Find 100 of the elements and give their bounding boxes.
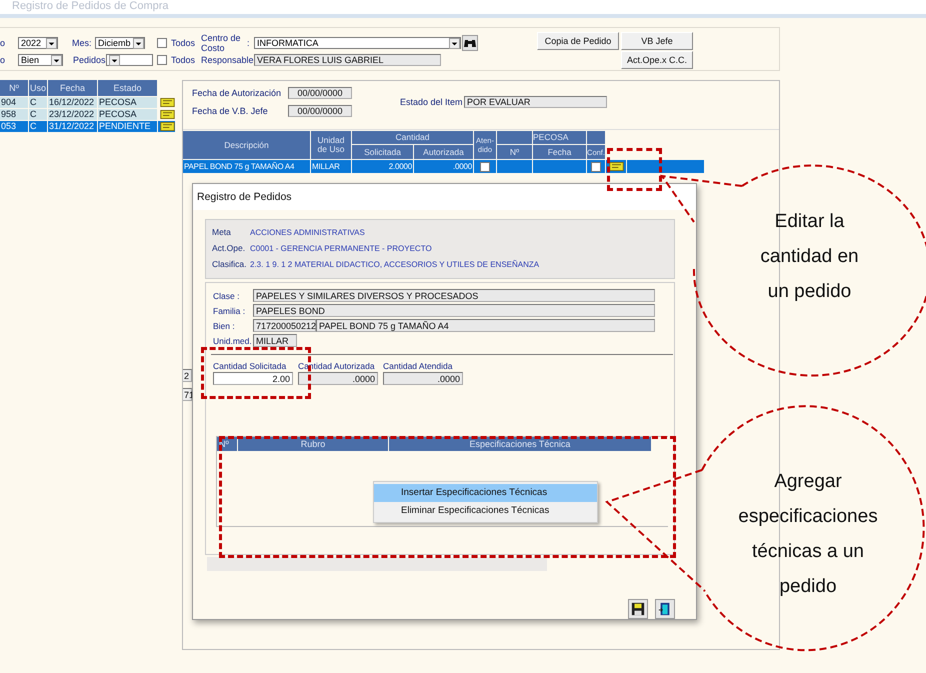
colon-label: :	[247, 38, 251, 48]
checkbox-label: Todos	[171, 55, 196, 65]
checkbox[interactable]	[591, 162, 601, 172]
column-header: Cantidad	[352, 131, 473, 144]
field-label: Cantidad Solicitada	[213, 361, 288, 372]
column-header: Rubro	[238, 437, 388, 451]
column-header: Especificaciones Técnica	[389, 437, 651, 451]
column-header	[587, 131, 605, 144]
checkbox[interactable]	[157, 38, 167, 48]
binoculars-icon[interactable]	[462, 35, 478, 51]
table-cell[interactable]: C	[29, 121, 47, 132]
table-cell[interactable]: 053	[0, 121, 28, 132]
table-cell[interactable]: 2.0000	[352, 160, 413, 173]
column-header: Nº	[0, 80, 28, 96]
field-label: Cantidad Atendida	[383, 361, 454, 372]
field-label: Clasifica.	[212, 259, 248, 269]
ticket-icon[interactable]	[608, 162, 624, 171]
quantity-field: .0000	[383, 372, 463, 385]
responsible-field: VERA FLORES LUIS GABRIEL	[254, 54, 441, 66]
table-cell[interactable]: MILLAR	[311, 160, 351, 173]
ticket-icon[interactable]	[160, 122, 174, 131]
table-cell[interactable]: 904	[0, 97, 28, 108]
checkbox[interactable]	[480, 162, 490, 172]
status-field: POR EVALUAR	[464, 96, 607, 108]
ticket-icon[interactable]	[160, 98, 174, 107]
column-header: Uso	[29, 80, 47, 96]
column-header: Autorizada	[414, 145, 473, 159]
menu-item[interactable]: Eliminar Especificaciones Técnicas	[374, 502, 597, 520]
caret-icon	[133, 38, 144, 48]
table-cell[interactable]: 958	[0, 109, 28, 120]
exit-door-icon[interactable]	[655, 599, 675, 619]
table-cell[interactable]: PENDIENTE	[98, 121, 157, 132]
table-cell[interactable]: 31/12/2022	[48, 121, 97, 132]
partial-field: 2	[182, 369, 192, 382]
ticket-icon[interactable]	[160, 110, 174, 119]
action-button[interactable]: Act.Ope.x C.C.	[621, 51, 693, 69]
callout-text: Editar la cantidad en un pedido	[759, 210, 860, 304]
field-label: Meta	[212, 227, 232, 237]
quantity-field[interactable]: 2.00	[213, 372, 293, 385]
field-label: Unid.med.	[213, 336, 253, 346]
month-label: Mes:	[72, 38, 93, 48]
column-header	[497, 131, 532, 144]
unit-field: MILLAR	[253, 334, 297, 347]
caret-icon	[46, 38, 57, 48]
date-field: 00/00/0000	[288, 105, 352, 117]
orders-label: Pedidos	[73, 55, 106, 65]
table-cell[interactable]: 16/12/2022	[48, 97, 97, 108]
field-value: ACCIONES ADMINISTRATIVAS	[250, 228, 366, 236]
dialog-title: Registro de Pedidos	[193, 184, 696, 210]
action-button[interactable]: Copia de Pedido	[537, 32, 619, 50]
caret-icon	[109, 54, 120, 66]
checkbox-label: Todos	[171, 38, 196, 48]
month-dropdown[interactable]: Diciemb	[95, 37, 145, 49]
menu-item[interactable]: Insertar Especificaciones Técnicas	[374, 484, 597, 502]
cost-center-dropdown[interactable]: INFORMATICA	[254, 37, 461, 49]
table-cell[interactable]: .0000	[414, 160, 473, 173]
field-label: Bien :	[213, 320, 236, 330]
column-header: Fecha	[48, 80, 97, 96]
type-label: o	[0, 55, 6, 65]
class-field: PAPELES Y SIMILARES DIVERSOS Y PROCESADOS	[253, 289, 655, 302]
code-field: 717200050212	[253, 319, 316, 332]
date-field: 00/00/0000	[288, 87, 352, 99]
year-dropdown[interactable]: 2022	[18, 37, 58, 49]
field-label: Fecha de V.B. Jefe	[192, 106, 269, 116]
table-cell[interactable]: C	[29, 97, 47, 108]
field-label: Cantidad Autorizada	[298, 361, 376, 372]
window-title: Registro de Pedidos de Compra	[12, 0, 169, 13]
table-cell[interactable]: PECOSA	[98, 97, 157, 108]
table-cell[interactable]: PAPEL BOND 75 g TAMAÑO A4	[183, 160, 310, 173]
quantity-field: .0000	[298, 372, 378, 385]
column-header: Descripción	[183, 131, 310, 159]
checkbox[interactable]	[157, 55, 167, 65]
save-icon[interactable]	[628, 599, 648, 619]
caret-icon	[51, 54, 62, 66]
type-dropdown[interactable]: Bien	[18, 54, 63, 66]
orders-dropdown[interactable]	[106, 54, 153, 66]
highlight-frame	[607, 148, 662, 191]
table-cell[interactable]: 23/12/2022	[48, 109, 97, 120]
responsible-label: Responsable	[201, 55, 254, 65]
caret-icon	[449, 38, 460, 48]
callout-text: Agregar especificaciones técnicas a un pedido	[737, 470, 879, 599]
field-label: Estado del Item	[400, 97, 464, 107]
table-cell[interactable]: PECOSA	[98, 109, 157, 120]
year-label: o	[0, 38, 6, 48]
family-field: PAPELES BOND	[253, 304, 655, 317]
field-label: Familia :	[213, 306, 246, 316]
column-header: PECOSA	[533, 131, 586, 144]
cost-center-label: Centro de Costo	[201, 33, 241, 53]
column-header: Fecha	[533, 145, 586, 159]
column-header: Estado	[98, 80, 157, 96]
table-cell[interactable]: C	[29, 109, 47, 120]
item-field: PAPEL BOND 75 g TAMAÑO A4	[316, 319, 655, 332]
column-header: Unidad de Uso	[311, 131, 351, 159]
field-label: Fecha de Autorización	[192, 88, 282, 98]
field-label: Clase :	[213, 290, 240, 300]
field-label: Act.Ope.	[212, 243, 246, 253]
field-value: C0001 - GERENCIA PERMANENTE - PROYECTO	[250, 244, 433, 252]
column-header: Solicitada	[352, 145, 413, 159]
field-value: 2.3. 1 9. 1 2 MATERIAL DIDACTICO, ACCESORIOS Y UTILES DE ENSEÑANZA	[250, 260, 540, 268]
action-button[interactable]: VB Jefe	[621, 32, 693, 50]
